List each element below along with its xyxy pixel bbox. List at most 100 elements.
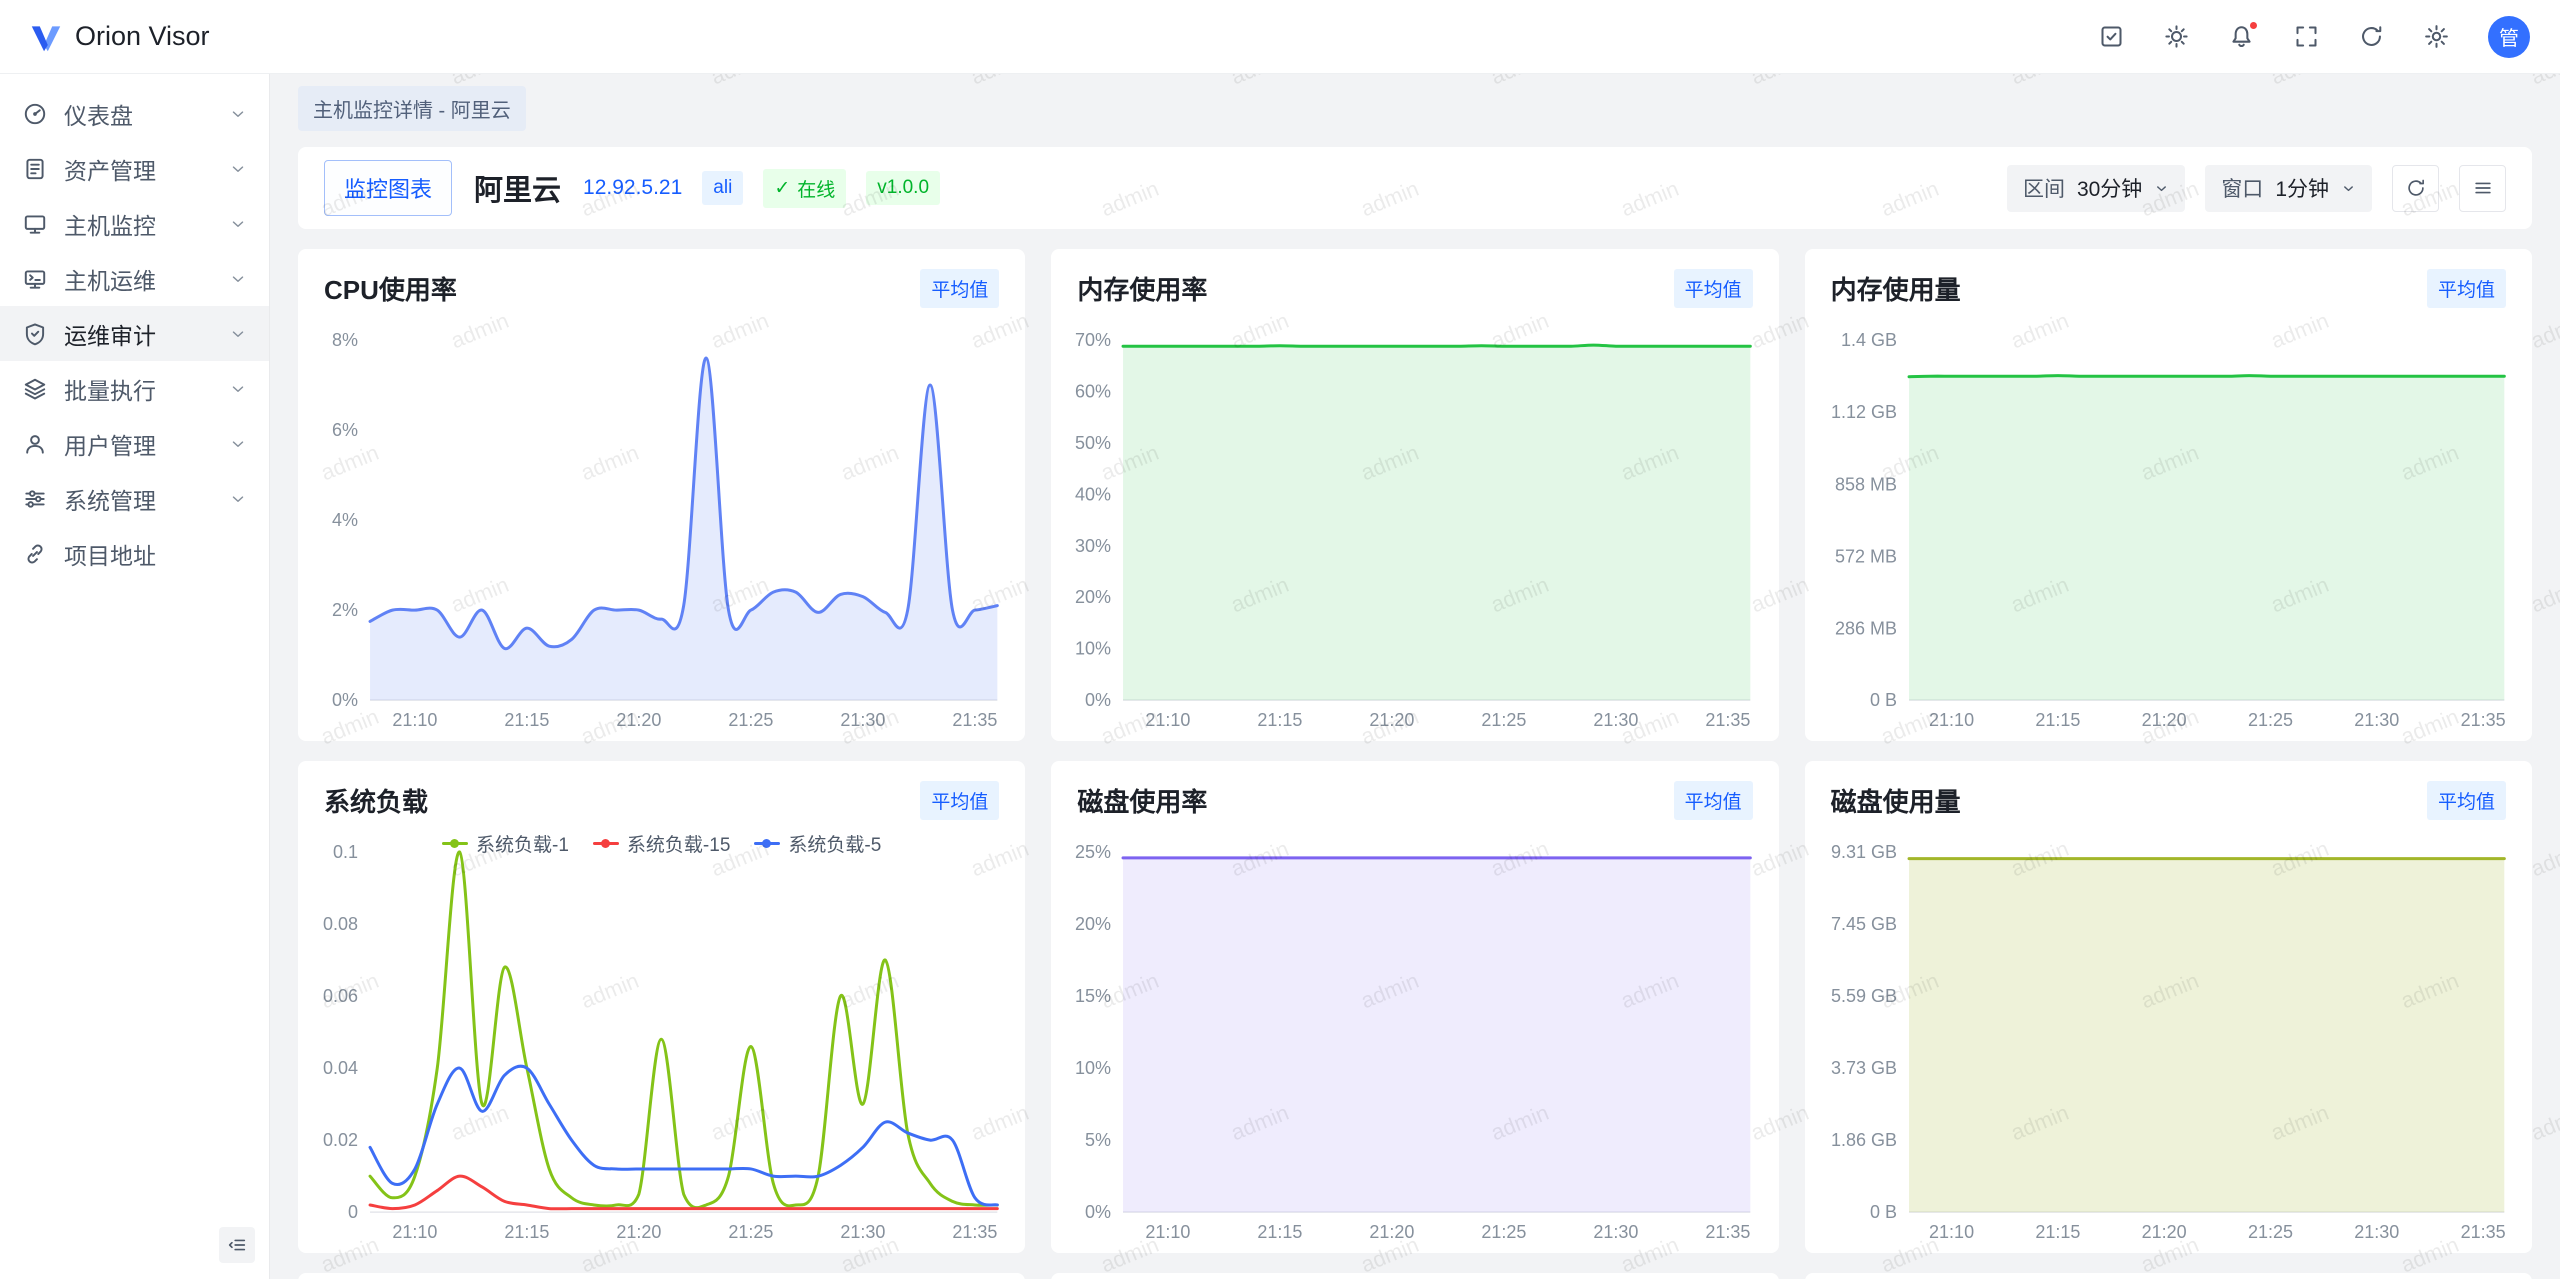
topbar-actions: 管 xyxy=(2098,16,2530,58)
svg-text:70%: 70% xyxy=(1075,330,1111,350)
svg-text:40%: 40% xyxy=(1075,484,1111,504)
host-ip[interactable]: 12.92.5.21 xyxy=(583,176,682,200)
avg-badge: 平均值 xyxy=(2427,269,2506,308)
cpu-usage-chart[interactable]: 0%2%4%6%8%21:1021:1521:2021:2521:3021:35 xyxy=(306,314,1013,738)
refresh-charts-button[interactable] xyxy=(2392,165,2439,212)
sidebar-collapse-button[interactable] xyxy=(219,1227,255,1263)
chevron-down-icon xyxy=(229,380,247,398)
disk-usage-percent-chart[interactable]: 0%5%10%15%20%25%21:1021:1521:2021:2521:3… xyxy=(1059,826,1766,1250)
svg-text:21:20: 21:20 xyxy=(616,710,661,730)
check-square-icon[interactable] xyxy=(2098,23,2125,50)
chevron-down-icon xyxy=(229,105,247,123)
svg-text:2%: 2% xyxy=(332,600,358,620)
memory-usage-percent-chart[interactable]: 0%10%20%30%40%50%60%70%21:1021:1521:2021… xyxy=(1059,314,1766,738)
svg-text:21:35: 21:35 xyxy=(1706,710,1751,730)
svg-text:1.12 GB: 1.12 GB xyxy=(1831,402,1897,422)
legend-item[interactable]: 系统负载-15 xyxy=(593,830,730,857)
svg-text:21:10: 21:10 xyxy=(392,710,437,730)
theme-sun-icon[interactable] xyxy=(2163,23,2190,50)
svg-text:6%: 6% xyxy=(332,420,358,440)
chart-card-disk-usage-amount: 磁盘使用量 平均值 0 B1.86 GB3.73 GB5.59 GB7.45 G… xyxy=(1805,761,2532,1253)
svg-text:0%: 0% xyxy=(332,690,358,710)
check-icon: ✓ xyxy=(774,177,790,200)
sidebar-item-label: 主机监控 xyxy=(64,207,229,241)
svg-text:3.73 GB: 3.73 GB xyxy=(1831,1058,1897,1078)
svg-text:286 MB: 286 MB xyxy=(1835,618,1897,638)
host-tag-badge: ali xyxy=(702,171,743,205)
audit-shield-icon xyxy=(22,321,48,347)
version-badge: v1.0.0 xyxy=(866,171,940,205)
legend-item[interactable]: 系统负载-5 xyxy=(754,830,881,857)
refresh-icon[interactable] xyxy=(2358,23,2385,50)
disk-usage-amount-chart[interactable]: 0 B1.86 GB3.73 GB5.59 GB7.45 GB9.31 GB21… xyxy=(1813,826,2520,1250)
charts-row-2: 系统负载 平均值 系统负载-1系统负载-15系统负载-5 00.020.040.… xyxy=(298,761,2532,1253)
sidebar-item-assets[interactable]: 资产管理 xyxy=(0,141,269,196)
sidebar-item-dashboard[interactable]: 仪表盘 xyxy=(0,86,269,141)
fullscreen-icon[interactable] xyxy=(2293,23,2320,50)
sidebar-item-host-ops[interactable]: 主机运维 xyxy=(0,251,269,306)
svg-text:7.45 GB: 7.45 GB xyxy=(1831,914,1897,934)
svg-text:21:25: 21:25 xyxy=(728,710,773,730)
svg-text:21:25: 21:25 xyxy=(728,1222,773,1242)
svg-text:0.02: 0.02 xyxy=(323,1130,358,1150)
svg-text:21:10: 21:10 xyxy=(1146,710,1191,730)
sidebar-item-label: 运维审计 xyxy=(64,317,229,351)
svg-text:21:20: 21:20 xyxy=(2141,710,2186,730)
monitor-chart-tab[interactable]: 监控图表 xyxy=(324,160,452,216)
chart-menu-button[interactable] xyxy=(2459,165,2506,212)
orion-visor-logo xyxy=(30,22,62,52)
sidebar-item-label: 项目地址 xyxy=(64,537,247,571)
svg-text:5%: 5% xyxy=(1085,1130,1111,1150)
sidebar-item-project-link[interactable]: 项目地址 xyxy=(0,526,269,581)
settings-gear-icon[interactable] xyxy=(2423,23,2450,50)
legend-marker xyxy=(754,839,780,848)
svg-text:21:10: 21:10 xyxy=(1146,1222,1191,1242)
svg-text:0%: 0% xyxy=(1085,690,1111,710)
sidebar-item-host-monitor[interactable]: 主机监控 xyxy=(0,196,269,251)
main-area: adminadminadminadminadminadminadminadmin… xyxy=(270,74,2560,1279)
chart-card-disk-usage-percent: 磁盘使用率 平均值 0%5%10%15%20%25%21:1021:1521:2… xyxy=(1051,761,1778,1253)
system-load-chart[interactable]: 00.020.040.060.080.121:1021:1521:2021:25… xyxy=(306,826,1013,1250)
svg-text:8%: 8% xyxy=(332,330,358,350)
chart-card-memory-usage-percent: 内存使用率 平均值 0%10%20%30%40%50%60%70%21:1021… xyxy=(1051,249,1778,741)
svg-text:20%: 20% xyxy=(1075,914,1111,934)
chart-title: 内存使用量 xyxy=(1831,270,1961,307)
memory-usage-amount-chart[interactable]: 0 B286 MB572 MB858 MB1.12 GB1.4 GB21:102… xyxy=(1813,314,2520,738)
window-select[interactable]: 窗口 1分钟 xyxy=(2205,165,2372,212)
sidebar-item-ops-audit[interactable]: 运维审计 xyxy=(0,306,269,361)
chevron-down-icon xyxy=(229,490,247,508)
legend-label: 系统负载-15 xyxy=(627,830,730,857)
svg-text:25%: 25% xyxy=(1075,842,1111,862)
interval-select[interactable]: 区间 30分钟 xyxy=(2007,165,2185,212)
sidebar-item-system-mgmt[interactable]: 系统管理 xyxy=(0,471,269,526)
svg-text:0.06: 0.06 xyxy=(323,986,358,1006)
window-label: 窗口 xyxy=(2221,173,2263,203)
svg-text:572 MB: 572 MB xyxy=(1835,547,1897,567)
sidebar-item-label: 批量执行 xyxy=(64,372,229,406)
chart-card-system-load: 系统负载 平均值 系统负载-1系统负载-15系统负载-5 00.020.040.… xyxy=(298,761,1025,1253)
avg-badge: 平均值 xyxy=(920,269,999,308)
avg-badge: 平均值 xyxy=(920,781,999,820)
svg-text:21:30: 21:30 xyxy=(1594,710,1639,730)
chart-card-stub xyxy=(1051,1273,1778,1279)
notification-bell-icon[interactable] xyxy=(2228,23,2255,50)
sidebar-item-label: 仪表盘 xyxy=(64,97,229,131)
batch-layers-icon xyxy=(22,376,48,402)
svg-text:21:15: 21:15 xyxy=(1258,710,1303,730)
interval-value: 30分钟 xyxy=(2077,173,2142,203)
chart-plot-area: 0%10%20%30%40%50%60%70%21:1021:1521:2021… xyxy=(1051,312,1778,748)
legend-item[interactable]: 系统负载-1 xyxy=(442,830,569,857)
sidebar-item-batch-exec[interactable]: 批量执行 xyxy=(0,361,269,416)
chart-plot-area: 0 B286 MB572 MB858 MB1.12 GB1.4 GB21:102… xyxy=(1805,312,2532,748)
svg-text:21:25: 21:25 xyxy=(1482,710,1527,730)
sidebar-item-user-mgmt[interactable]: 用户管理 xyxy=(0,416,269,471)
svg-text:21:30: 21:30 xyxy=(2354,710,2399,730)
avg-badge: 平均值 xyxy=(2427,781,2506,820)
sidebar-item-label: 系统管理 xyxy=(64,482,229,516)
svg-text:21:15: 21:15 xyxy=(1258,1222,1303,1242)
breadcrumb-item[interactable]: 主机监控详情 - 阿里云 xyxy=(298,86,526,131)
chevron-down-icon xyxy=(2154,181,2169,196)
svg-text:21:35: 21:35 xyxy=(2460,710,2505,730)
avatar[interactable]: 管 xyxy=(2488,16,2530,58)
chevron-down-icon xyxy=(229,435,247,453)
